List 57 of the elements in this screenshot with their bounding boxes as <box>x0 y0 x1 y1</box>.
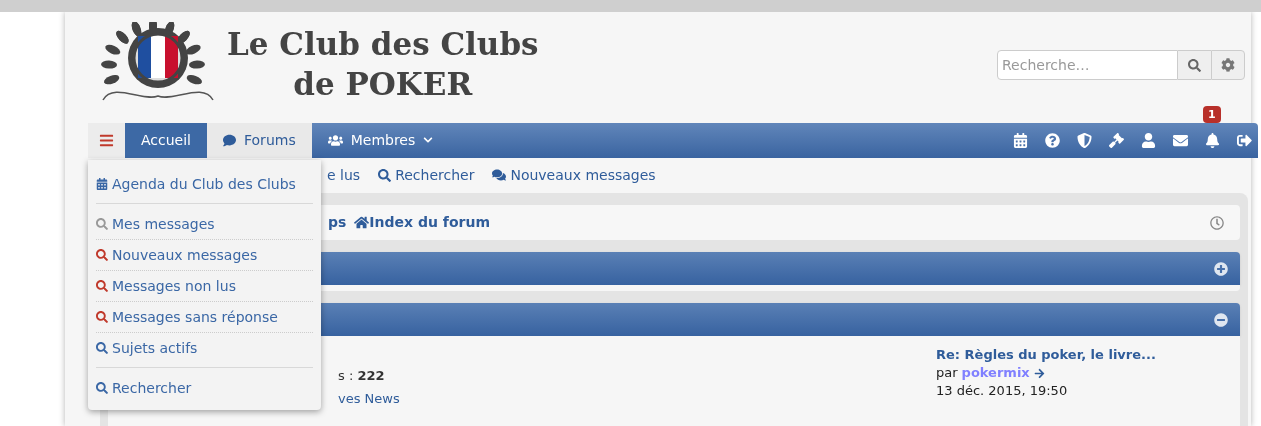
menu-item[interactable]: Messages sans réponse <box>96 302 313 332</box>
envelope-button[interactable] <box>1173 132 1188 148</box>
speech-bubble-icon <box>223 133 236 147</box>
logout-icon <box>1237 132 1252 148</box>
breadcrumb-link[interactable]: Index du forum <box>354 212 490 233</box>
subforum-link[interactable]: ves News <box>338 388 400 408</box>
gavel-button[interactable] <box>1109 132 1124 148</box>
menu-item[interactable]: Agenda du Club des Clubs <box>96 169 313 199</box>
calendar-button[interactable] <box>1013 132 1028 148</box>
speech-bubbles-icon <box>492 168 507 183</box>
menu-item[interactable]: Sujets actifs <box>96 333 313 363</box>
toggle-button[interactable] <box>1214 312 1228 327</box>
search-icon <box>1188 58 1201 72</box>
search-field[interactable]: Recherche… <box>997 50 1178 80</box>
calendar-icon <box>1013 132 1028 148</box>
quick-link[interactable]: Rechercher <box>378 164 475 186</box>
search-icon <box>378 168 392 182</box>
site-title: Le Club des Clubs <box>227 25 539 64</box>
menu-item[interactable]: Rechercher <box>96 373 313 403</box>
breadcrumb-text: ps <box>328 213 347 232</box>
settings-button[interactable] <box>1211 50 1245 80</box>
nav-tab[interactable]: Forums <box>207 122 312 158</box>
post-date: 13 déc. 2015, 19:50 <box>936 382 1069 400</box>
clock-icon <box>1210 215 1224 230</box>
author-link[interactable]: pokermix <box>961 364 1030 382</box>
nav-tab[interactable]: Membres <box>311 122 450 158</box>
menu-item[interactable]: Mes messages <box>96 209 313 239</box>
settings-icon <box>1221 58 1235 72</box>
nav-tab[interactable]: Accueil <box>125 122 207 158</box>
gavel-icon <box>1109 132 1124 148</box>
menu-icon <box>99 132 114 148</box>
notifications-icon <box>1205 132 1220 148</box>
collapse-icon <box>1214 312 1228 327</box>
shield-button[interactable] <box>1077 132 1092 148</box>
topics-count: s : 222 <box>338 367 386 385</box>
help-button[interactable] <box>1045 132 1060 148</box>
arrow-right-icon <box>1033 367 1045 379</box>
logout-button[interactable] <box>1237 132 1252 148</box>
menu-button[interactable] <box>88 122 125 158</box>
user-button[interactable] <box>1141 132 1156 148</box>
notification-badge: 1 <box>1203 105 1221 123</box>
toggle-button[interactable] <box>1214 261 1228 276</box>
user-icon <box>1141 132 1156 148</box>
expand-icon <box>1214 261 1228 276</box>
envelope-icon <box>1173 132 1188 148</box>
site-title: de POKER <box>293 65 473 104</box>
help-icon <box>1045 132 1060 148</box>
quick-link[interactable]: Nouveaux messages <box>492 164 656 186</box>
home-icon <box>354 215 370 230</box>
search-button[interactable] <box>1178 50 1211 80</box>
shield-icon <box>1077 132 1092 148</box>
author-label: par <box>936 364 958 382</box>
menu-item[interactable]: Nouveaux messages <box>96 240 313 270</box>
users-icon <box>327 132 343 148</box>
last-post-link[interactable]: Re: Règles du poker, le livre... <box>936 346 1232 364</box>
menu-item[interactable]: Messages non lus <box>96 271 313 301</box>
quick-link[interactable]: e lus <box>327 164 361 186</box>
